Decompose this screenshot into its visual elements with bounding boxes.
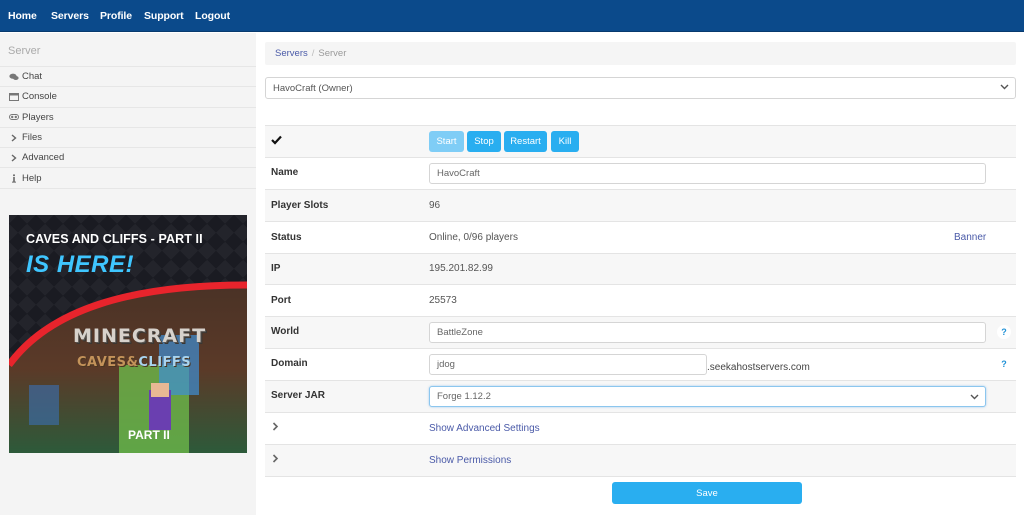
name-input[interactable]: HavoCraft (429, 163, 986, 184)
domain-row: Domain jdog .seekahostservers.com ? (265, 349, 1016, 381)
sidebar-item-label: Chat (22, 71, 43, 83)
chevron-right-icon[interactable] (272, 422, 279, 434)
server-jar-select[interactable]: Forge 1.12.2 (429, 386, 986, 407)
banner-subheadline: IS HERE! (26, 251, 135, 278)
sidebar-item-console[interactable]: Console (0, 87, 256, 108)
controls-row: Start Stop Restart Kill (265, 126, 1016, 158)
sidebar-item-players[interactable]: Players (0, 108, 256, 128)
sidebar-item-label: Console (22, 91, 57, 103)
sidebar-item-chat[interactable]: Chat (0, 67, 256, 88)
breadcrumb-current: Server (318, 48, 347, 59)
world-input[interactable]: BattleZone (429, 322, 986, 343)
sidebar-item-advanced[interactable]: Advanced (0, 148, 256, 169)
nav-support[interactable]: Support (144, 10, 184, 22)
server-select[interactable]: HavoCraft (Owner) (265, 77, 1016, 99)
sidebar-item-label: Players (22, 111, 54, 123)
breadcrumb-servers-link[interactable]: Servers (275, 48, 308, 59)
nav-servers[interactable]: Servers (51, 10, 89, 22)
chevron-right-icon (8, 133, 20, 142)
promo-banner[interactable]: CAVES AND CLIFFS - PART II IS HERE! MINE… (9, 215, 247, 453)
sidebar-item-help[interactable]: Help (0, 168, 256, 189)
start-button[interactable]: Start (429, 131, 464, 152)
top-navbar: Home Servers Profile Support Logout (0, 0, 1024, 32)
server-jar-value: Forge 1.12.2 (437, 391, 491, 402)
nav-logout[interactable]: Logout (195, 10, 230, 22)
banner-part-label: PART II (128, 428, 170, 442)
banner-headline: CAVES AND CLIFFS - PART II (26, 232, 203, 246)
permissions-row[interactable]: Show Permissions (265, 445, 1016, 477)
chevron-right-icon (8, 154, 20, 162)
ip-row: IP 195.201.82.99 (265, 254, 1016, 285)
status-value: Online, 0/96 players (429, 232, 518, 243)
domain-label: Domain (271, 358, 308, 369)
stop-button[interactable]: Stop (467, 131, 501, 152)
sidebar-title: Server (8, 45, 41, 57)
sidebar-item-label: Files (22, 132, 43, 144)
save-button[interactable]: Save (612, 482, 802, 504)
ip-label: IP (271, 263, 281, 274)
status-label: Status (271, 232, 302, 243)
world-label: World (271, 326, 300, 337)
show-permissions-link[interactable]: Show Permissions (429, 455, 511, 466)
sidebar: Server Chat Console Players Files Advanc… (0, 33, 256, 515)
name-row: Name HavoCraft (265, 158, 1016, 190)
chat-icon (8, 73, 20, 81)
server-jar-label: Server JAR (271, 390, 325, 401)
world-row: World BattleZone ? (265, 317, 1016, 349)
info-icon (8, 173, 20, 183)
world-help-icon[interactable]: ? (997, 325, 1011, 339)
logo-sub-right: CLIFFS (138, 355, 192, 370)
domain-suffix: .seekahostservers.com (707, 362, 810, 373)
sidebar-menu: Chat Console Players Files Advanced Help (0, 66, 256, 189)
logo-sub-left: CAVES& (77, 355, 139, 370)
server-settings-table: Start Stop Restart Kill Name HavoCraft P… (265, 125, 1016, 477)
chevron-right-icon[interactable] (272, 454, 279, 466)
kill-button[interactable]: Kill (551, 131, 579, 152)
breadcrumb-separator: / (311, 48, 315, 59)
players-icon (8, 114, 20, 121)
domain-input-value: jdog (437, 359, 455, 370)
show-advanced-settings-link[interactable]: Show Advanced Settings (429, 423, 540, 434)
port-row: Port 25573 (265, 285, 1016, 317)
ip-value: 195.201.82.99 (429, 263, 493, 274)
port-value: 25573 (429, 295, 457, 306)
status-row: Status Online, 0/96 players Banner (265, 222, 1016, 254)
player-slots-label: Player Slots (271, 200, 329, 211)
breadcrumb: Servers / Server (265, 42, 1016, 65)
player-slots-row: Player Slots 96 (265, 190, 1016, 222)
nav-profile[interactable]: Profile (100, 10, 132, 22)
restart-button[interactable]: Restart (504, 131, 547, 152)
chevron-down-icon (1000, 82, 1010, 92)
name-input-value: HavoCraft (437, 168, 480, 179)
minecraft-logo: MINECRAFT (73, 325, 207, 347)
name-label: Name (271, 167, 299, 178)
nav-home[interactable]: Home (8, 10, 37, 22)
sidebar-item-label: Advanced (22, 152, 65, 164)
world-input-value: BattleZone (437, 327, 483, 338)
console-icon (8, 92, 20, 101)
chevron-down-icon (970, 392, 980, 402)
server-jar-row: Server JAR Forge 1.12.2 (265, 381, 1016, 413)
port-label: Port (271, 295, 291, 306)
domain-help-icon[interactable]: ? (997, 357, 1011, 371)
checkmark-icon (271, 135, 282, 148)
player-slots-value: 96 (429, 200, 441, 211)
sidebar-item-label: Help (22, 172, 42, 184)
banner-link[interactable]: Banner (954, 232, 986, 243)
advanced-settings-row[interactable]: Show Advanced Settings (265, 413, 1016, 445)
server-select-value: HavoCraft (Owner) (273, 82, 353, 94)
domain-input[interactable]: jdog (429, 354, 707, 375)
sidebar-item-files[interactable]: Files (0, 128, 256, 149)
caves-cliffs-logo: CAVES&CLIFFS (77, 355, 191, 370)
